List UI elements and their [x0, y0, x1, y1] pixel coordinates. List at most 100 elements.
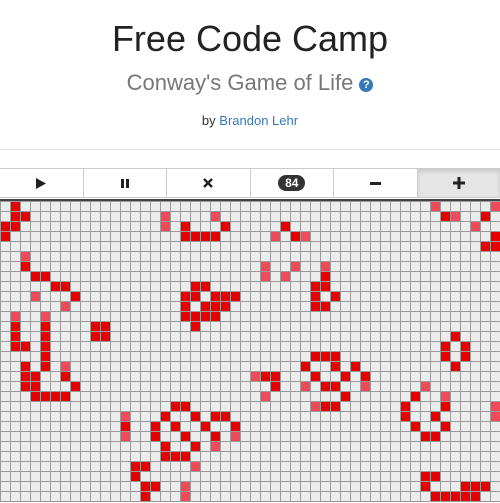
- live-cell[interactable]: [10, 311, 20, 321]
- slower-button[interactable]: [333, 169, 417, 197]
- live-cell[interactable]: [140, 461, 150, 471]
- live-cell[interactable]: [210, 411, 220, 421]
- live-cell[interactable]: [40, 391, 50, 401]
- live-cell[interactable]: [270, 371, 280, 381]
- live-cell[interactable]: [90, 321, 100, 331]
- live-cell[interactable]: [150, 481, 160, 491]
- live-cell[interactable]: [450, 211, 460, 221]
- live-cell[interactable]: [450, 361, 460, 371]
- live-cell[interactable]: [440, 351, 450, 361]
- live-cell[interactable]: [160, 211, 170, 221]
- live-cell[interactable]: [20, 261, 30, 271]
- live-cell[interactable]: [40, 341, 50, 351]
- live-cell[interactable]: [160, 221, 170, 231]
- live-cell[interactable]: [420, 381, 430, 391]
- clear-button[interactable]: [166, 169, 250, 197]
- live-cell[interactable]: [470, 221, 480, 231]
- live-cell[interactable]: [180, 431, 190, 441]
- live-cell[interactable]: [300, 361, 310, 371]
- live-cell[interactable]: [100, 321, 110, 331]
- live-cell[interactable]: [70, 291, 80, 301]
- live-cell[interactable]: [20, 211, 30, 221]
- live-cell[interactable]: [320, 281, 330, 291]
- live-cell[interactable]: [180, 491, 190, 501]
- live-cell[interactable]: [50, 281, 60, 291]
- live-cell[interactable]: [50, 391, 60, 401]
- live-cell[interactable]: [10, 341, 20, 351]
- live-cell[interactable]: [460, 491, 470, 501]
- live-cell[interactable]: [440, 421, 450, 431]
- live-cell[interactable]: [320, 381, 330, 391]
- live-cell[interactable]: [430, 411, 440, 421]
- author-link[interactable]: Brandon Lehr: [219, 113, 298, 128]
- live-cell[interactable]: [450, 491, 460, 501]
- live-cell[interactable]: [320, 401, 330, 411]
- live-cell[interactable]: [480, 211, 490, 221]
- live-cell[interactable]: [40, 331, 50, 341]
- live-cell[interactable]: [30, 271, 40, 281]
- live-cell[interactable]: [270, 381, 280, 391]
- live-cell[interactable]: [40, 351, 50, 361]
- live-cell[interactable]: [490, 411, 500, 421]
- live-cell[interactable]: [320, 351, 330, 361]
- live-cell[interactable]: [180, 451, 190, 461]
- live-cell[interactable]: [400, 411, 410, 421]
- live-cell[interactable]: [140, 491, 150, 501]
- live-cell[interactable]: [220, 291, 230, 301]
- live-cell[interactable]: [200, 231, 210, 241]
- live-cell[interactable]: [10, 221, 20, 231]
- live-cell[interactable]: [270, 231, 280, 241]
- live-cell[interactable]: [190, 281, 200, 291]
- live-cell[interactable]: [330, 381, 340, 391]
- live-cell[interactable]: [420, 481, 430, 491]
- live-cell[interactable]: [490, 231, 500, 241]
- live-cell[interactable]: [190, 311, 200, 321]
- live-cell[interactable]: [490, 401, 500, 411]
- live-cell[interactable]: [350, 361, 360, 371]
- live-cell[interactable]: [200, 301, 210, 311]
- live-cell[interactable]: [310, 351, 320, 361]
- live-cell[interactable]: [140, 481, 150, 491]
- question-circle-icon[interactable]: ?: [359, 78, 374, 92]
- live-cell[interactable]: [10, 211, 20, 221]
- live-cell[interactable]: [470, 481, 480, 491]
- live-cell[interactable]: [190, 441, 200, 451]
- live-cell[interactable]: [440, 491, 450, 501]
- live-cell[interactable]: [180, 301, 190, 311]
- live-cell[interactable]: [60, 301, 70, 311]
- live-cell[interactable]: [310, 281, 320, 291]
- live-cell[interactable]: [490, 201, 500, 211]
- live-cell[interactable]: [190, 231, 200, 241]
- live-cell[interactable]: [40, 321, 50, 331]
- live-cell[interactable]: [430, 471, 440, 481]
- live-cell[interactable]: [330, 291, 340, 301]
- live-cell[interactable]: [170, 451, 180, 461]
- live-cell[interactable]: [160, 441, 170, 451]
- live-cell[interactable]: [130, 461, 140, 471]
- live-cell[interactable]: [160, 451, 170, 461]
- live-cell[interactable]: [490, 241, 500, 251]
- live-cell[interactable]: [40, 311, 50, 321]
- live-cell[interactable]: [260, 271, 270, 281]
- live-cell[interactable]: [310, 371, 320, 381]
- live-cell[interactable]: [280, 221, 290, 231]
- live-cell[interactable]: [30, 391, 40, 401]
- live-cell[interactable]: [260, 261, 270, 271]
- live-cell[interactable]: [360, 371, 370, 381]
- live-cell[interactable]: [320, 301, 330, 311]
- live-cell[interactable]: [180, 221, 190, 231]
- live-cell[interactable]: [20, 381, 30, 391]
- live-cell[interactable]: [180, 311, 190, 321]
- live-cell[interactable]: [410, 421, 420, 431]
- live-cell[interactable]: [60, 391, 70, 401]
- live-cell[interactable]: [0, 231, 10, 241]
- live-cell[interactable]: [190, 411, 200, 421]
- live-cell[interactable]: [10, 321, 20, 331]
- live-cell[interactable]: [290, 261, 300, 271]
- live-cell[interactable]: [400, 401, 410, 411]
- live-cell[interactable]: [100, 331, 110, 341]
- live-cell[interactable]: [440, 401, 450, 411]
- live-cell[interactable]: [340, 371, 350, 381]
- live-cell[interactable]: [220, 411, 230, 421]
- live-cell[interactable]: [90, 331, 100, 341]
